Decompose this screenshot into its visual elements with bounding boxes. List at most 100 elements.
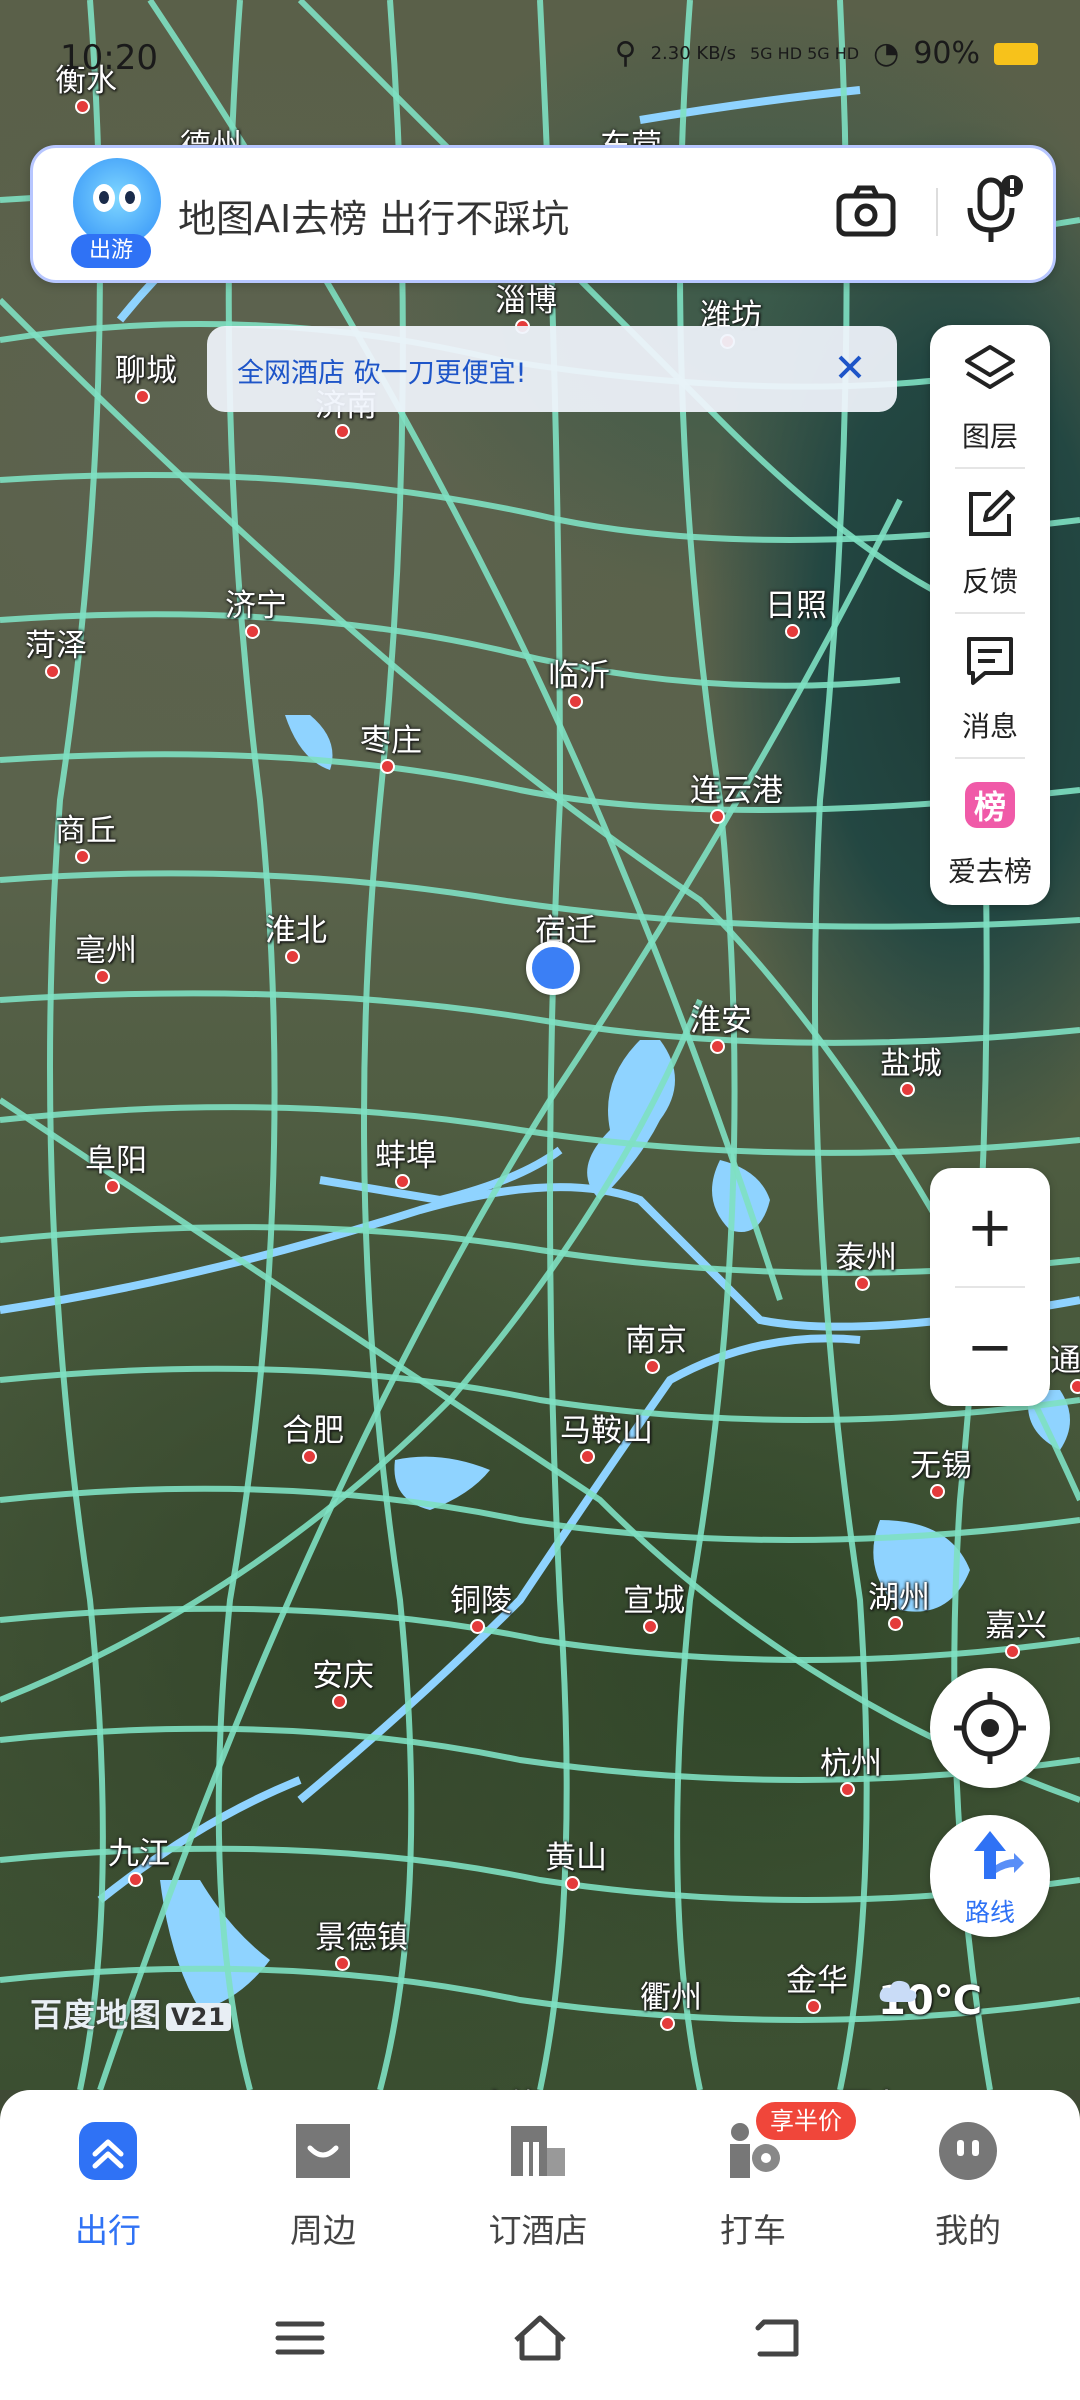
wifi-icon: ◔ (873, 36, 900, 71)
zoom-out-button[interactable]: − (930, 1288, 1050, 1406)
search-bar[interactable]: 出游 地图AI去榜 出行不踩坑 (30, 145, 1056, 283)
city-label[interactable]: 聊城 (115, 345, 177, 390)
city-label[interactable]: 泰州 (835, 1232, 897, 1277)
map-view[interactable]: 衡水德州东营淄博潍坊聊城济南济宁菏泽临沂日照枣庄连云港商丘宿迁亳州淮北淮安盐城阜… (0, 0, 1080, 2090)
route-label: 路线 (964, 1898, 1015, 1927)
tab-profile[interactable]: 我的 (888, 2118, 1048, 2268)
menu-icon[interactable] (270, 2310, 330, 2366)
city-label[interactable]: 马鞍山 (560, 1405, 653, 1450)
city-label[interactable]: 金华 (786, 1955, 848, 2000)
city-label[interactable]: 淮安 (690, 995, 752, 1040)
assistant-avatar[interactable] (73, 158, 161, 246)
city-label[interactable]: 菏泽 (25, 620, 87, 665)
city-dot (332, 1694, 347, 1709)
cloud-icon (879, 1980, 917, 2002)
feedback-button[interactable]: 反馈 (930, 470, 1050, 610)
city-dot (1070, 1379, 1080, 1394)
city-label[interactable]: 通 (1050, 1335, 1080, 1380)
city-label[interactable]: 安庆 (312, 1650, 374, 1695)
city-label[interactable]: 丽水 (840, 2080, 902, 2090)
nearby-icon (296, 2124, 350, 2178)
ranking-button[interactable]: 榜 爱去榜 (930, 760, 1050, 900)
back-icon[interactable] (750, 2310, 810, 2366)
city-label[interactable]: 盐城 (880, 1038, 942, 1083)
svg-text:榜: 榜 (974, 788, 1006, 826)
city-label[interactable]: 湖州 (868, 1572, 930, 1617)
city-dot (335, 1956, 350, 1971)
city-dot (645, 1359, 660, 1374)
mic-icon[interactable] (958, 172, 1030, 248)
ranking-label: 爱去榜 (947, 855, 1032, 888)
avatar-tag: 出游 (71, 234, 151, 268)
city-label[interactable]: 嘉兴 (985, 1600, 1047, 1645)
layers-icon (965, 345, 1015, 389)
city-label[interactable]: 宣城 (623, 1575, 685, 1620)
city-dot (710, 1039, 725, 1054)
tab-profile-label: 我的 (935, 2211, 1001, 2250)
city-label[interactable]: 商丘 (55, 805, 117, 850)
layers-label: 图层 (961, 420, 1018, 453)
city-label[interactable]: 亳州 (75, 925, 137, 970)
promo-tip-text: 全网酒店 砍一刀更便宜! (237, 358, 527, 389)
camera-icon[interactable] (833, 178, 899, 244)
tab-travel[interactable]: 出行 (28, 2118, 188, 2268)
home-icon[interactable] (510, 2310, 570, 2366)
city-label[interactable]: 杭州 (820, 1738, 882, 1783)
zoom-in-button[interactable]: + (930, 1168, 1050, 1286)
city-label[interactable]: 临沂 (548, 650, 610, 695)
messages-button[interactable]: 消息 (930, 615, 1050, 755)
brand-watermark: 百度地图 V21 (30, 1990, 231, 2036)
route-button[interactable]: 路线 (930, 1815, 1050, 1937)
layers-button[interactable]: 图层 (930, 325, 1050, 465)
city-dot (45, 664, 60, 679)
tab-taxi[interactable]: 打车 (673, 2118, 833, 2268)
tab-hotel[interactable]: 订酒店 (458, 2118, 618, 2268)
city-label[interactable]: 阜阳 (85, 1135, 147, 1180)
signal-icon: 5G HD 5G HD (750, 44, 860, 63)
city-dot (785, 624, 800, 639)
city-label[interactable]: 枣庄 (360, 715, 422, 760)
city-dot (285, 949, 300, 964)
clock: 10:20 (60, 38, 158, 78)
tab-nearby[interactable]: 周边 (243, 2118, 403, 2268)
city-dot (568, 694, 583, 709)
city-dot (395, 1174, 410, 1189)
status-bar: 10:20 ⚲ 2.30 KB/s 5G HD 5G HD ◔ 90% (0, 0, 1080, 110)
city-dot (128, 1872, 143, 1887)
route-arrow-icon (974, 1831, 1024, 1879)
city-dot (470, 1619, 485, 1634)
city-label[interactable]: 九江 (108, 1828, 170, 1873)
city-label[interactable]: 合肥 (282, 1405, 344, 1450)
city-label[interactable]: 黄山 (545, 1832, 607, 1877)
city-label[interactable]: 连云港 (690, 765, 783, 810)
weather-widget[interactable]: 10℃ (878, 1978, 982, 2024)
city-dot (302, 1449, 317, 1464)
city-label[interactable]: 日照 (765, 580, 827, 625)
city-label[interactable]: 上饶 (480, 2080, 542, 2090)
city-label[interactable]: 景德镇 (315, 1912, 408, 1957)
profile-icon (939, 2122, 997, 2180)
city-label[interactable]: 无锡 (910, 1440, 972, 1485)
city-label[interactable]: 济宁 (225, 580, 287, 625)
location-icon: ⚲ (614, 36, 637, 71)
city-dot (245, 624, 260, 639)
promo-tip[interactable]: 全网酒店 砍一刀更便宜! (207, 326, 897, 412)
city-dot (710, 809, 725, 824)
city-dot (660, 2016, 675, 2031)
close-icon[interactable] (827, 344, 873, 390)
tab-travel-label: 出行 (75, 2211, 141, 2250)
search-input[interactable]: 地图AI去榜 出行不踩坑 (178, 188, 569, 243)
system-nav-bar (0, 2282, 1080, 2400)
hotel-icon (511, 2126, 565, 2176)
tab-nearby-label: 周边 (290, 2211, 356, 2250)
feedback-icon (969, 490, 1015, 536)
city-label[interactable]: 蚌埠 (375, 1130, 437, 1175)
battery-percent: 90% (913, 36, 980, 71)
locate-button[interactable] (930, 1668, 1050, 1788)
city-label[interactable]: 南京 (625, 1315, 687, 1360)
city-label[interactable]: 淮北 (265, 905, 327, 950)
city-label[interactable]: 衢州 (640, 1972, 702, 2017)
city-dot (380, 759, 395, 774)
city-dot (888, 1616, 903, 1631)
city-label[interactable]: 铜陵 (450, 1575, 512, 1620)
